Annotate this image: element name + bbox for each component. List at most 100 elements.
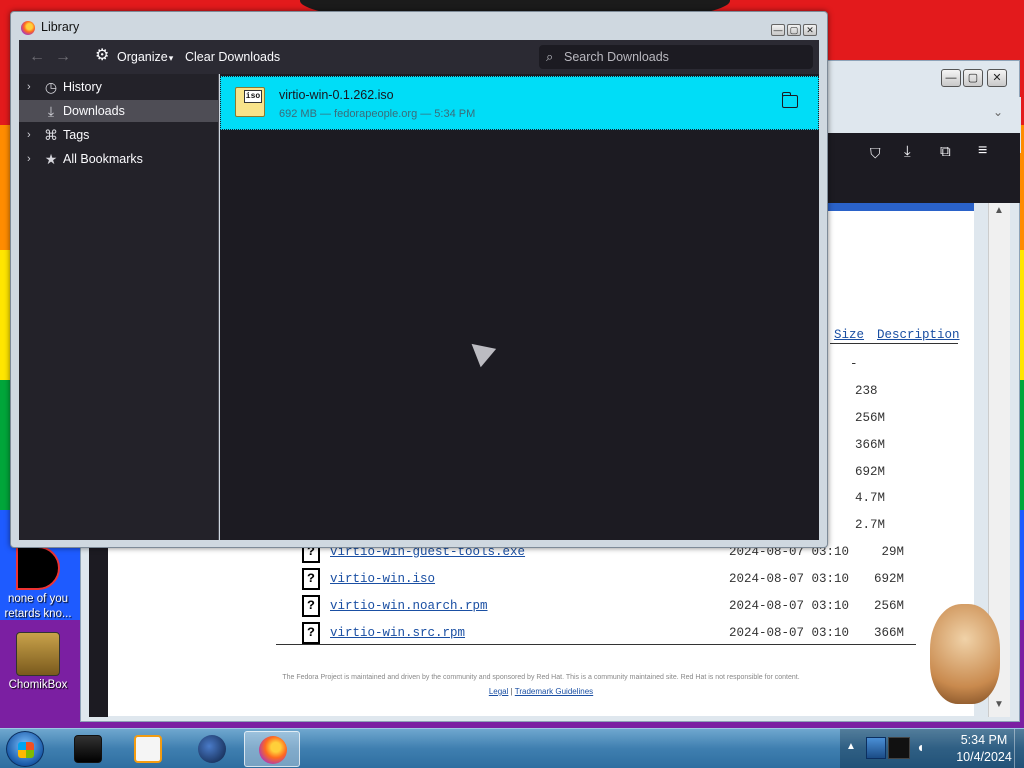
- clock-date[interactable]: 10/4/2024: [944, 750, 1024, 764]
- extensions-icon[interactable]: ⧉: [940, 143, 951, 160]
- file-link[interactable]: virtio-win.src.rpm: [330, 626, 465, 640]
- download-item[interactable]: iso virtio-win-0.1.262.iso 692 MB — fedo…: [220, 76, 819, 130]
- size-cell: 238: [855, 384, 878, 398]
- maximize-button[interactable]: ▢: [787, 24, 801, 36]
- window-title: Library: [41, 20, 80, 34]
- downloads-list: iso virtio-win-0.1.262.iso 692 MB — fedo…: [220, 74, 819, 540]
- sidebar-item-all-bookmarks[interactable]: › ★ All Bookmarks: [19, 148, 218, 170]
- taskbar-app-globe[interactable]: [184, 731, 240, 767]
- pocket-icon[interactable]: ⛉: [870, 145, 881, 162]
- media-player-icon: [134, 735, 162, 763]
- terminal-icon: [74, 735, 102, 763]
- show-desktop-button[interactable]: [1014, 729, 1024, 768]
- chevron-right-icon[interactable]: ›: [27, 124, 31, 146]
- table-row: ? virtio-win.noarch.rpm 2024-08-07 03:10…: [298, 595, 918, 623]
- close-button[interactable]: ✕: [987, 69, 1007, 87]
- scroll-down-arrow-icon[interactable]: ▼: [994, 699, 1004, 710]
- description-column-header[interactable]: Description: [877, 328, 960, 342]
- footer-separator: |: [510, 687, 513, 696]
- table-row: ? virtio-win-guest-tools.exe 2024-08-07 …: [298, 541, 918, 569]
- network-icon[interactable]: [888, 737, 910, 759]
- search-box[interactable]: ⌕: [539, 45, 813, 69]
- footer-note: The Fedora Project is maintained and dri…: [282, 674, 800, 681]
- trademark-link[interactable]: Trademark Guidelines: [515, 687, 593, 696]
- star-icon: ★: [44, 151, 58, 167]
- taskbar-app-firefox[interactable]: [244, 731, 300, 767]
- close-button[interactable]: ✕: [803, 24, 817, 36]
- file-link[interactable]: virtio-win.noarch.rpm: [330, 599, 488, 613]
- chevron-down-icon[interactable]: ⌄: [993, 105, 1003, 119]
- chomikbox-icon: [16, 632, 60, 676]
- sidebar-item-label: Tags: [63, 128, 90, 142]
- size-cell: 366M: [855, 438, 886, 452]
- size-cell: 4.7M: [855, 491, 886, 505]
- size-cell: 2.7M: [855, 518, 886, 532]
- chevron-right-icon[interactable]: ›: [27, 76, 31, 98]
- chevron-right-icon[interactable]: ›: [27, 148, 31, 170]
- desktop-icon-label: ChomikBox: [8, 679, 68, 691]
- organize-label: Organize: [117, 50, 168, 64]
- taskbar: ▲ ◖ 5:34 PM 10/4/2024: [0, 728, 1024, 768]
- organize-button[interactable]: Organize▾: [117, 50, 173, 64]
- tray-app-icon[interactable]: [866, 737, 886, 759]
- download-icon[interactable]: ⤓: [904, 143, 911, 160]
- size-cell: 692M: [855, 465, 886, 479]
- scroll-up-arrow-icon[interactable]: ▲: [994, 205, 1004, 216]
- gear-icon[interactable]: ⚙: [95, 47, 113, 65]
- file-date: 2024-08-07 03:10: [729, 572, 850, 586]
- system-tray: ▲ ◖ 5:34 PM 10/4/2024: [840, 729, 1024, 768]
- header-rule: [830, 343, 958, 344]
- globe-icon: [198, 735, 226, 763]
- start-button[interactable]: [6, 731, 44, 767]
- sidebar-item-tags[interactable]: › ⌘ Tags: [19, 124, 218, 146]
- windows-logo-icon: [18, 742, 34, 758]
- mouse-cursor-icon: [463, 334, 497, 368]
- download-filename: virtio-win-0.1.262.iso: [279, 88, 394, 102]
- taskbar-app-terminal[interactable]: [60, 731, 116, 767]
- tag-icon: ⌘: [44, 127, 58, 143]
- search-input[interactable]: [564, 48, 804, 66]
- file-date: 2024-08-07 03:10: [729, 626, 850, 640]
- listing-bottom-rule: [276, 644, 916, 645]
- sidebar-item-label: All Bookmarks: [63, 152, 143, 166]
- firefox-icon: [21, 21, 35, 35]
- desktop-icon-file[interactable]: none of you retards kno...: [2, 546, 74, 622]
- library-sidebar: › ◷ History ⤓ Downloads › ⌘ Tags › ★ All…: [19, 74, 219, 540]
- file-icon: ?: [302, 568, 320, 590]
- sidebar-item-label: Downloads: [63, 104, 125, 118]
- clock-time[interactable]: 5:34 PM: [944, 733, 1024, 747]
- menu-icon[interactable]: ≡: [978, 142, 987, 160]
- sidebar-edge: [89, 541, 108, 717]
- size-column-header[interactable]: Size: [834, 328, 864, 342]
- iso-badge: iso: [244, 90, 262, 103]
- minimize-button[interactable]: —: [771, 24, 785, 36]
- browser-toolbar: ⛉ ⤓ ⧉ ≡: [828, 133, 1020, 203]
- history-icon: ◷: [44, 79, 58, 95]
- maximize-button[interactable]: ▢: [963, 69, 983, 87]
- page-header-strip: [828, 203, 974, 211]
- forward-button[interactable]: →: [55, 48, 71, 66]
- taskbar-app-media[interactable]: [120, 731, 176, 767]
- clear-downloads-button[interactable]: Clear Downloads: [185, 50, 280, 64]
- library-window: Library — ▢ ✕ ← → ⚙ Organize▾ Clear Downlo…: [10, 11, 828, 548]
- size-cell: -: [850, 357, 858, 371]
- desktop-icon-label: none of you retards kno...: [4, 593, 72, 620]
- tray-expand-icon[interactable]: ▲: [846, 741, 856, 752]
- minimize-button[interactable]: —: [941, 69, 961, 87]
- legal-link[interactable]: Legal: [489, 687, 509, 696]
- sidebar-item-history[interactable]: › ◷ History: [19, 76, 218, 98]
- file-date: 2024-08-07 03:10: [729, 599, 850, 613]
- file-icon: [16, 546, 60, 590]
- file-size: 366M: [873, 626, 904, 640]
- volume-icon[interactable]: ◖: [916, 739, 924, 755]
- sidebar-item-label: History: [63, 80, 102, 94]
- back-button[interactable]: ←: [29, 48, 45, 66]
- file-link[interactable]: virtio-win.iso: [330, 572, 435, 586]
- desktop-icon-chomikbox[interactable]: ChomikBox: [2, 632, 74, 693]
- sidebar-item-downloads[interactable]: ⤓ Downloads: [19, 100, 218, 122]
- window-controls: — ▢ ✕: [769, 22, 817, 36]
- download-icon: ⤓: [47, 103, 55, 119]
- iso-file-icon: iso: [235, 87, 265, 117]
- file-size: 29M: [881, 545, 904, 559]
- folder-icon[interactable]: [781, 92, 798, 108]
